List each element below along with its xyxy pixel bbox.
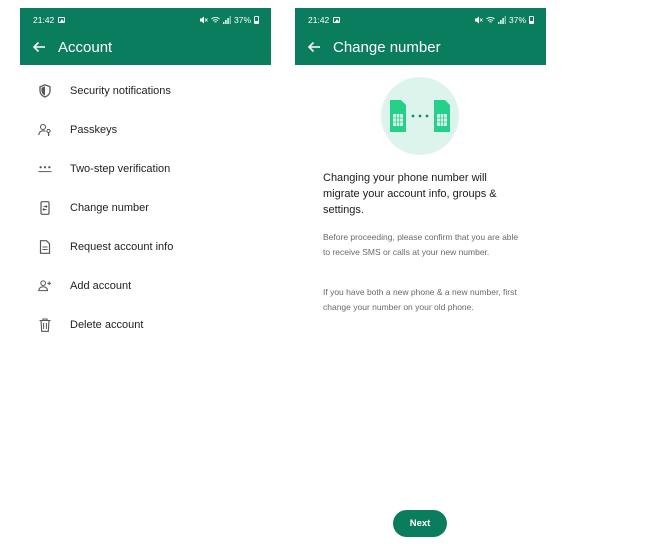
change-number-screen: 21:42 37% Change number Changing your ph…: [295, 8, 546, 544]
next-button[interactable]: Next: [393, 510, 447, 537]
menu-item-label: Two-step verification: [70, 162, 171, 175]
mute-icon: [199, 16, 208, 24]
status-time: 21:42: [308, 15, 330, 25]
menu-item-two-step-verification[interactable]: Two-step verification: [20, 149, 271, 188]
menu-item-label: Delete account: [70, 318, 144, 331]
menu-item-add-account[interactable]: Add account: [20, 266, 271, 305]
signal-icon: [222, 16, 231, 24]
battery-percent: 37%: [508, 15, 526, 25]
page-title: Account: [58, 38, 113, 56]
menu-item-label: Security notifications: [70, 84, 171, 97]
account-screen: 21:42 37% Account Security notifications…: [20, 8, 271, 544]
shield-icon: [38, 83, 52, 98]
image-notification-icon: [333, 17, 341, 23]
passkey-icon: [38, 123, 52, 137]
battery-percent: 37%: [233, 15, 251, 25]
page-title: Change number: [333, 38, 441, 56]
wifi-icon: [486, 16, 495, 24]
add-person-icon: [38, 279, 52, 293]
status-bar: 21:42 37%: [33, 14, 259, 26]
info-paragraph-new-phone: If you have both a new phone & a new num…: [323, 287, 517, 312]
signal-icon: [497, 16, 506, 24]
back-arrow-icon[interactable]: [32, 40, 46, 54]
app-bar: 21:42 37% Account: [20, 8, 271, 65]
status-bar: 21:42 37%: [308, 14, 534, 26]
status-time: 21:42: [33, 15, 55, 25]
trash-icon: [38, 317, 52, 332]
menu-item-label: Change number: [70, 201, 149, 214]
document-icon: [38, 239, 52, 254]
info-heading: Changing your phone number will migrate …: [323, 172, 497, 216]
wifi-icon: [211, 16, 220, 24]
menu-item-request-account-info[interactable]: Request account info: [20, 227, 271, 266]
image-notification-icon: [58, 17, 66, 23]
menu-item-delete-account[interactable]: Delete account: [20, 305, 271, 344]
menu-item-label: Passkeys: [70, 123, 118, 136]
mute-icon: [474, 16, 483, 24]
account-settings-list: Security notifications Passkeys Two-step…: [20, 65, 271, 344]
phone-icon: [38, 200, 52, 215]
menu-item-passkeys[interactable]: Passkeys: [20, 110, 271, 149]
dots-icon: [38, 162, 52, 176]
back-arrow-icon[interactable]: [307, 40, 321, 54]
info-paragraph-confirm: Before proceeding, please confirm that y…: [323, 232, 519, 257]
menu-item-label: Request account info: [70, 240, 174, 253]
sim-transfer-icon: [390, 100, 450, 132]
menu-item-security-notifications[interactable]: Security notifications: [20, 71, 271, 110]
menu-item-label: Add account: [70, 279, 132, 292]
battery-icon: [529, 16, 534, 24]
battery-icon: [254, 16, 259, 24]
sim-cards-illustration: [381, 77, 459, 155]
app-bar: 21:42 37% Change number: [295, 8, 546, 65]
menu-item-change-number[interactable]: Change number: [20, 188, 271, 227]
